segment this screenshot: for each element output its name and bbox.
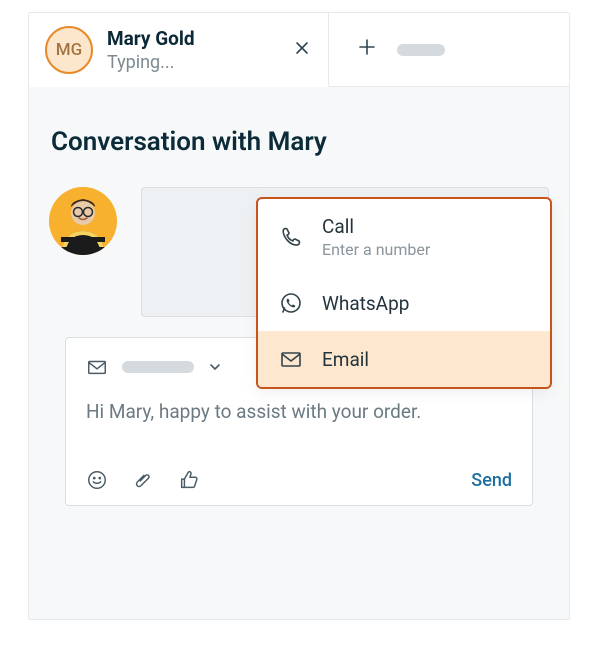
paperclip-icon[interactable] <box>132 469 154 491</box>
channel-whatsapp-label: WhatsApp <box>322 292 409 315</box>
plus-icon[interactable] <box>357 37 377 63</box>
message-row: Call Enter a number WhatsApp <box>49 187 549 317</box>
channel-option-email[interactable]: Email <box>258 331 550 387</box>
channel-option-call-text: Call Enter a number <box>322 215 430 259</box>
channel-option-whatsapp[interactable]: WhatsApp <box>258 275 550 331</box>
phone-icon <box>278 225 304 249</box>
channel-option-email-text: Email <box>322 348 369 371</box>
channel-call-label: Call <box>322 215 430 238</box>
tab-new <box>329 13 569 87</box>
email-icon <box>86 356 108 378</box>
tab-contact[interactable]: MG Mary Gold Typing... <box>29 13 329 87</box>
avatar-initials: MG <box>45 26 93 74</box>
chat-panel: MG Mary Gold Typing... Conversation with… <box>28 12 570 620</box>
channel-option-whatsapp-text: WhatsApp <box>322 292 409 315</box>
contact-status: Typing... <box>107 52 280 73</box>
channel-option-call[interactable]: Call Enter a number <box>258 199 550 275</box>
avatar-photo <box>49 187 117 255</box>
tabs-bar: MG Mary Gold Typing... <box>29 13 569 87</box>
thumbs-up-icon[interactable] <box>178 469 200 491</box>
close-icon[interactable] <box>294 40 310 60</box>
avatar-initials-text: MG <box>56 40 82 60</box>
send-button[interactable]: Send <box>471 470 512 491</box>
chevron-down-icon <box>208 360 222 374</box>
contact-name: Mary Gold <box>107 27 280 50</box>
compose-toolbar: Send <box>86 469 512 491</box>
content-area: Conversation with Mary <box>29 87 569 506</box>
channel-email-label: Email <box>322 348 369 371</box>
compose-channel-placeholder <box>122 361 194 373</box>
page-title: Conversation with Mary <box>51 127 549 157</box>
compose-input[interactable]: Hi Mary, happy to assist with your order… <box>86 400 512 423</box>
emoji-icon[interactable] <box>86 469 108 491</box>
channel-call-subtitle: Enter a number <box>322 240 430 259</box>
whatsapp-icon <box>278 291 304 315</box>
channel-dropdown: Call Enter a number WhatsApp <box>256 197 552 389</box>
tab-placeholder <box>397 44 445 56</box>
email-icon <box>278 347 304 371</box>
tab-text: Mary Gold Typing... <box>107 27 280 73</box>
